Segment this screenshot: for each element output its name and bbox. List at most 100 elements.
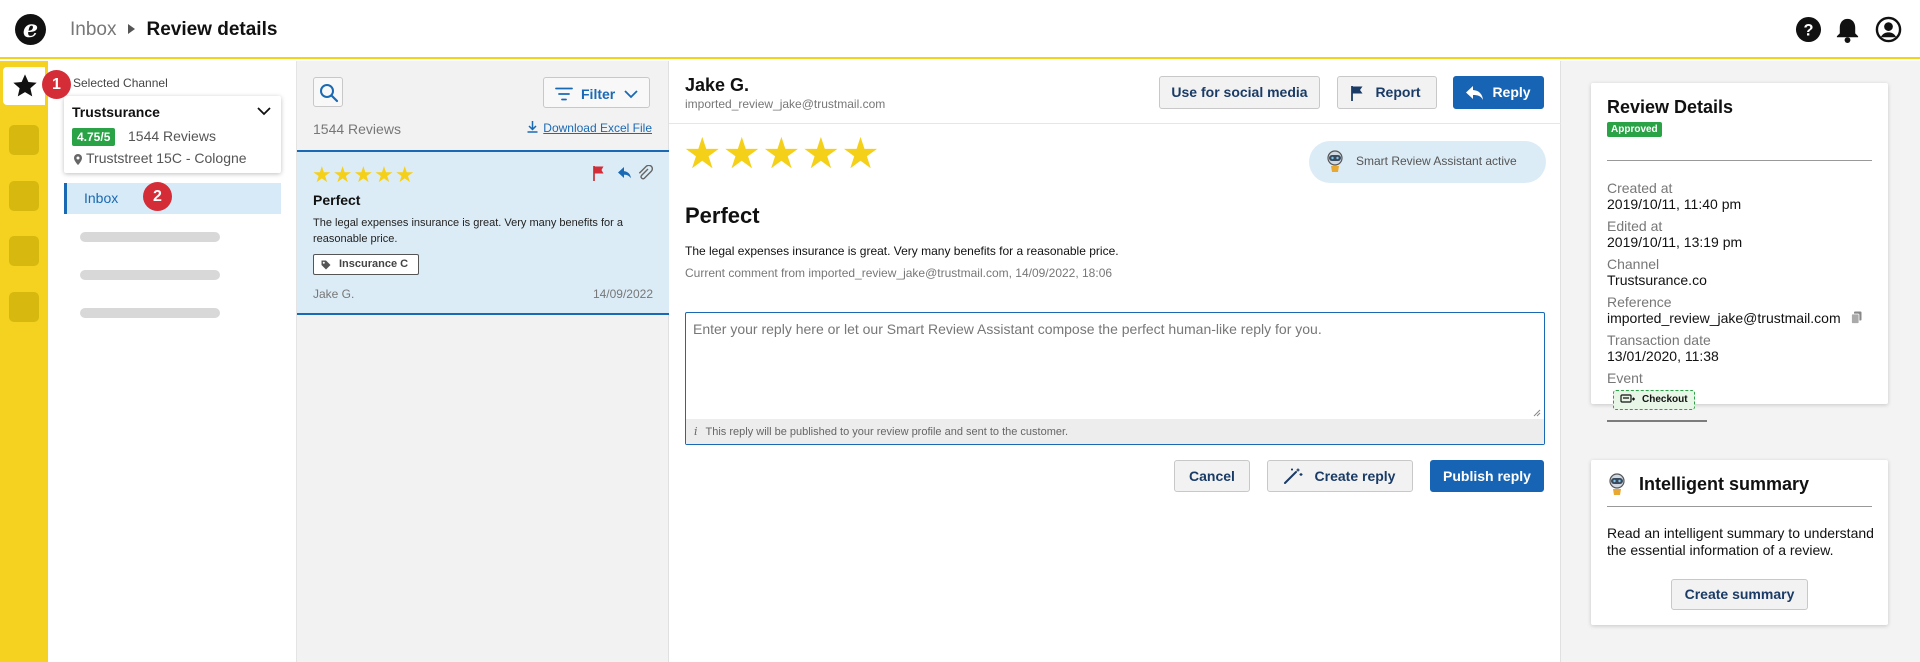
status-badge: Approved — [1607, 122, 1662, 137]
download-excel-label: Download Excel File — [543, 121, 652, 135]
reply-input[interactable] — [686, 313, 1544, 419]
intelligent-summary-title: Intelligent summary — [1639, 474, 1810, 494]
user-icon[interactable] — [1875, 16, 1902, 43]
step-badge-2: 2 — [143, 182, 172, 211]
filter-button[interactable]: Filter — [543, 77, 650, 108]
event-label: Event — [1607, 370, 1643, 386]
use-for-social-media-button[interactable]: Use for social media — [1159, 76, 1320, 109]
created-label: Created at — [1607, 180, 1673, 196]
chevron-down-icon — [257, 107, 271, 116]
robot-icon — [1327, 150, 1343, 172]
cancel-button[interactable]: Cancel — [1174, 460, 1250, 492]
help-icon[interactable]: ? — [1795, 16, 1822, 43]
app-logo[interactable]: e — [15, 14, 46, 45]
event-chip-checkout: Checkout — [1613, 390, 1695, 410]
chevron-down-icon — [624, 90, 638, 99]
product-tag[interactable]: Inscurance C — [313, 254, 420, 275]
rail-item-placeholder[interactable] — [9, 292, 39, 322]
review-rating-stars: ★★★★★ — [683, 130, 881, 178]
rail-item-reviews[interactable] — [3, 67, 45, 105]
bell-icon[interactable] — [1834, 16, 1861, 43]
divider — [669, 123, 1561, 124]
edited-value: 2019/10/11, 13:19 pm — [1607, 234, 1743, 250]
review-title: Perfect — [313, 192, 361, 208]
rail-item-placeholder[interactable] — [9, 181, 39, 211]
publish-reply-button[interactable]: Publish reply — [1430, 460, 1544, 492]
create-reply-button[interactable]: Create reply — [1267, 460, 1413, 492]
flag-icon[interactable] — [593, 166, 604, 181]
channel-name: Trustsurance — [72, 104, 160, 120]
sidebar-item-label: Inbox — [84, 190, 119, 206]
reference-text: imported_review_jake@trustmail.com — [1607, 310, 1841, 326]
event-timeline — [1607, 420, 1707, 422]
tag-icon — [321, 260, 331, 270]
review-text: The legal expenses insurance is great. V… — [685, 244, 1119, 258]
right-sidebar: Review Details Approved Created at 2019/… — [1561, 61, 1920, 662]
review-date: 14/09/2022 — [592, 287, 653, 301]
robot-icon — [1609, 473, 1625, 495]
sidebar-item-inbox[interactable]: Inbox — [64, 183, 281, 214]
reply-info-note: i This reply will be published to your re… — [686, 419, 1544, 444]
review-rating-stars: ★★★★★ — [312, 162, 416, 187]
smart-assistant-label: Smart Review Assistant active — [1356, 154, 1517, 168]
edited-label: Edited at — [1607, 218, 1663, 234]
copy-icon[interactable] — [1850, 311, 1862, 324]
channel-selector[interactable]: Trustsurance 4.75/5 1544 Reviews Trustst… — [64, 96, 281, 173]
divider — [1607, 506, 1872, 507]
intelligent-summary-text: Read an intelligent summary to understan… — [1607, 525, 1874, 558]
review-details-title: Review Details — [1607, 97, 1734, 117]
filter-label: Filter — [581, 86, 616, 102]
nav-rail — [0, 61, 48, 662]
channel-review-count: 1544 Reviews — [128, 128, 216, 144]
transaction-date-value: 13/01/2020, 11:38 — [1607, 348, 1719, 364]
create-reply-label: Create reply — [1314, 468, 1396, 484]
breadcrumb-inbox[interactable]: Inbox — [70, 19, 116, 40]
review-details-panel: Review Details Approved Created at 2019/… — [1591, 83, 1888, 422]
flag-icon — [1351, 86, 1363, 101]
location-pin-icon — [74, 153, 82, 165]
review-count: 1544 Reviews — [313, 121, 401, 137]
page-title: Review details — [146, 19, 278, 40]
review-list: Filter 1544 Reviews Download Excel File … — [297, 61, 669, 662]
intelligent-summary-panel: Intelligent summary Read an intelligent … — [1591, 460, 1888, 625]
review-author: Jake G. — [313, 287, 355, 301]
review-text: The legal expenses insurance is great. V… — [313, 217, 624, 245]
created-value: 2019/10/11, 11:40 pm — [1607, 196, 1742, 212]
selected-channel-label: Selected Channel — [73, 76, 168, 90]
channel-address-text: Truststreet 15C - Cologne — [86, 150, 247, 166]
review-list-item[interactable]: ★★★★★ Perfect The legal expenses insuran… — [297, 150, 669, 315]
divider — [1607, 160, 1872, 161]
resize-handle-icon[interactable] — [1533, 409, 1541, 417]
reply-icon[interactable] — [618, 167, 631, 179]
reply-icon — [1466, 86, 1483, 100]
rail-item-placeholder[interactable] — [9, 236, 39, 266]
smart-assistant-status: Smart Review Assistant active — [1309, 141, 1546, 183]
review-detail: Jake G. imported_review_jake@trustmail.c… — [669, 61, 1561, 662]
checkout-icon — [1620, 394, 1635, 403]
breadcrumb-arrow-icon — [128, 24, 136, 35]
reply-info-text: This reply will be published to your rev… — [705, 426, 1069, 438]
breadcrumb: Inbox Review details — [70, 19, 277, 41]
review-title: Perfect — [685, 203, 760, 228]
reference-label: Reference — [1607, 294, 1672, 310]
search-icon — [320, 84, 339, 103]
review-actions — [593, 165, 653, 181]
reply-button[interactable]: Reply — [1453, 76, 1544, 109]
search-button[interactable] — [313, 77, 343, 107]
top-bar: e Inbox Review details ? — [0, 0, 1920, 59]
channel-sidebar: Selected Channel Trustsurance 4.75/5 154… — [48, 61, 297, 662]
report-button[interactable]: Report — [1337, 76, 1437, 109]
reviewer-name: Jake G. — [685, 75, 750, 95]
magic-wand-icon — [1284, 468, 1303, 484]
download-excel-link[interactable]: Download Excel File — [527, 121, 652, 135]
rail-item-placeholder[interactable] — [9, 125, 39, 155]
download-icon — [527, 121, 538, 133]
svg-text:?: ? — [1803, 21, 1813, 39]
attachment-icon[interactable] — [638, 165, 653, 180]
info-icon: i — [694, 425, 698, 438]
event-chip-label: Checkout — [1642, 394, 1688, 405]
star-icon — [13, 74, 37, 97]
create-summary-button[interactable]: Create summary — [1671, 579, 1808, 610]
skeleton-item — [80, 270, 220, 280]
transaction-date-label: Transaction date — [1607, 332, 1711, 348]
